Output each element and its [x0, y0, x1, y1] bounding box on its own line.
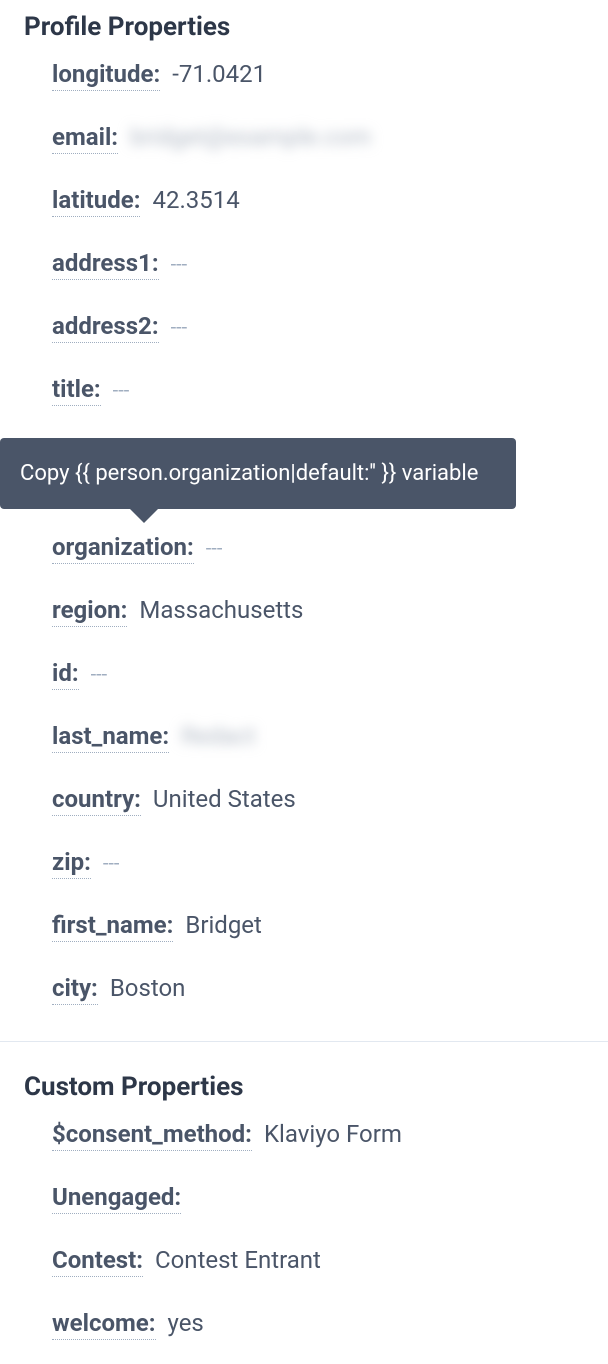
property-value-city: Boston — [110, 974, 186, 1002]
property-row-contest: Contest: Contest Entrant — [52, 1246, 584, 1277]
custom-properties-section: Custom Properties $consent_method: Klavi… — [0, 1060, 608, 1364]
property-label-city[interactable]: city: — [52, 974, 98, 1005]
property-value-email: bridget@example.com — [130, 123, 371, 151]
property-value-country: United States — [153, 785, 296, 813]
property-label-welcome[interactable]: welcome: — [52, 1309, 156, 1340]
property-row-address1: address1: --- — [52, 249, 584, 280]
property-value-address2: --- — [171, 315, 188, 339]
property-row-last-name: last_name: Redact — [52, 722, 584, 753]
property-row-city: city: Boston — [52, 974, 584, 1005]
property-row-id: id: --- — [52, 659, 584, 690]
property-value-contest: Contest Entrant — [155, 1246, 321, 1274]
property-row-welcome: welcome: yes — [52, 1309, 584, 1340]
copy-variable-tooltip[interactable]: Copy {{ person.organization|default:'' }… — [0, 438, 516, 509]
property-label-address1[interactable]: address1: — [52, 249, 159, 280]
property-row-first-name: first_name: Bridget — [52, 911, 584, 942]
property-row-country: country: United States — [52, 785, 584, 816]
property-row-consent-method: $consent_method: Klaviyo Form — [52, 1120, 584, 1151]
property-row-email: email: bridget@example.com — [52, 123, 584, 154]
tooltip-container: Copy {{ person.organization|default:'' }… — [52, 438, 584, 509]
property-value-last-name: Redact — [181, 722, 256, 750]
property-row-address2: address2: --- — [52, 312, 584, 343]
property-value-region: Massachusetts — [139, 596, 303, 624]
property-label-latitude[interactable]: latitude: — [52, 186, 140, 217]
property-value-first-name: Bridget — [185, 911, 262, 939]
property-label-longitude[interactable]: longitude: — [52, 60, 160, 91]
property-value-organization: --- — [206, 536, 223, 560]
property-value-title: --- — [113, 378, 130, 402]
property-value-latitude: 42.3514 — [152, 186, 239, 214]
custom-section-title: Custom Properties — [0, 1060, 608, 1120]
profile-property-list: longitude: -71.0421 email: bridget@examp… — [0, 60, 608, 1029]
property-row-region: region: Massachusetts — [52, 596, 584, 627]
property-label-organization[interactable]: organization: — [52, 533, 194, 564]
property-value-id: --- — [91, 662, 108, 686]
property-row-organization: organization: --- — [52, 533, 584, 564]
property-row-zip: zip: --- — [52, 848, 584, 879]
property-label-first-name[interactable]: first_name: — [52, 911, 173, 942]
property-row-longitude: longitude: -71.0421 — [52, 60, 584, 91]
property-label-contest[interactable]: Contest: — [52, 1246, 143, 1277]
property-label-id[interactable]: id: — [52, 659, 79, 690]
section-divider — [0, 1041, 608, 1042]
property-value-welcome: yes — [168, 1309, 204, 1337]
property-value-consent-method: Klaviyo Form — [264, 1120, 402, 1148]
property-label-last-name[interactable]: last_name: — [52, 722, 169, 753]
property-row-title: title: --- — [52, 375, 584, 406]
property-label-address2[interactable]: address2: — [52, 312, 159, 343]
profile-section-title: Profile Properties — [0, 0, 608, 60]
property-value-address1: --- — [171, 252, 188, 276]
property-label-email[interactable]: email: — [52, 123, 118, 154]
property-label-region[interactable]: region: — [52, 596, 127, 627]
property-value-zip: --- — [103, 851, 120, 875]
property-label-title[interactable]: title: — [52, 375, 101, 406]
property-label-country[interactable]: country: — [52, 785, 141, 816]
property-label-unengaged[interactable]: Unengaged: — [52, 1183, 181, 1214]
property-row-unengaged: Unengaged: — [52, 1183, 584, 1214]
property-value-longitude: -71.0421 — [172, 60, 266, 88]
property-row-latitude: latitude: 42.3514 — [52, 186, 584, 217]
property-label-consent-method[interactable]: $consent_method: — [52, 1120, 252, 1151]
custom-property-list: $consent_method: Klaviyo Form Unengaged:… — [0, 1120, 608, 1364]
profile-properties-section: Profile Properties longitude: -71.0421 e… — [0, 0, 608, 1029]
property-label-zip[interactable]: zip: — [52, 848, 91, 879]
